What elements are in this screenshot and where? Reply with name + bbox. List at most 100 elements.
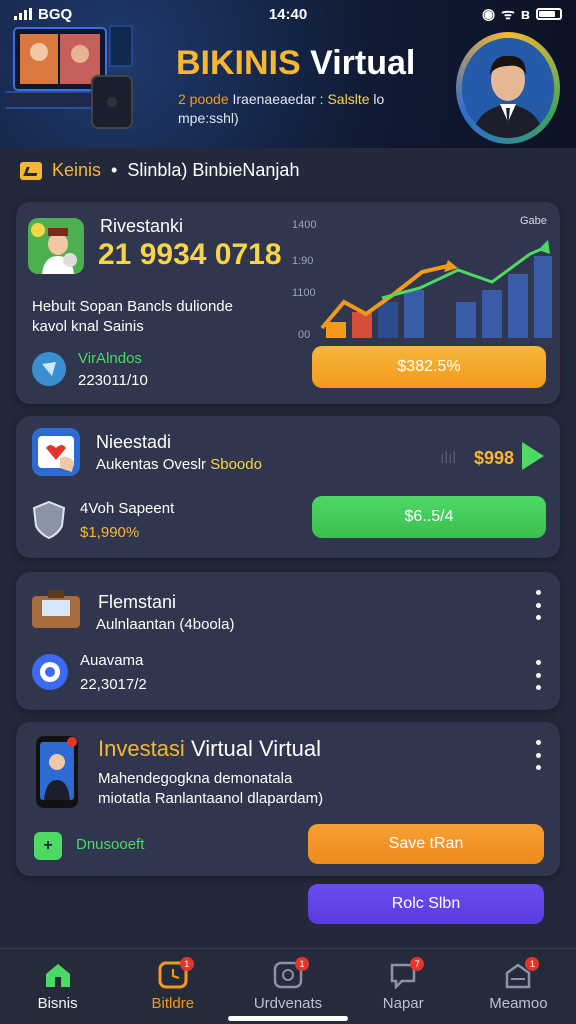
home-icon — [45, 964, 70, 987]
chart-axis-mid: 1:90 — [292, 255, 313, 267]
nav-item-bitldre[interactable]: 1 Bitldre — [115, 949, 230, 1024]
chat-icon: 1 — [273, 957, 309, 989]
section-heading: Keinis • Slinbla) BinbieNanjah — [20, 160, 299, 181]
card4-desc-line1: Mahendegogkna demonatala — [98, 770, 293, 787]
banner-subtitle-mid: Iraenaeaedar : — [232, 91, 324, 107]
nav-label-napar: Napar — [382, 995, 424, 1012]
banner-title-rest: Virtual — [310, 44, 416, 82]
chart-bar — [326, 322, 346, 338]
investment-card-3[interactable]: Flemstani Aulnlaantan (4boola) Auavama 2… — [16, 572, 560, 710]
location-icon: ◉ — [481, 6, 496, 23]
bottom-navigation: Bisnis 1 Bitldre 1 Urdvenats 7 Napar 1 M… — [0, 948, 576, 1024]
message-icon: 7 — [388, 957, 425, 991]
card2-stat-value: $1,990% — [80, 524, 140, 541]
nav-badge: 1 — [295, 957, 309, 971]
chart-axis-low: 1100 — [292, 287, 316, 299]
nav-label-meamoo: Meamoo — [489, 995, 548, 1012]
chart-bar — [352, 312, 372, 338]
home-indicator[interactable] — [228, 1016, 348, 1021]
growth-chart: 1400 1:90 1100 00 Gabe — [292, 215, 552, 341]
banner-title-accent: BIKINIS — [176, 44, 301, 82]
nav-item-bisnis[interactable]: Bisnis — [0, 949, 115, 1024]
phone-icon — [36, 736, 78, 808]
nav-item-napar[interactable]: 7 Napar — [346, 949, 461, 1024]
more-options-icon[interactable] — [532, 590, 544, 620]
secondary-purple-button[interactable]: Rolc Slbn — [308, 884, 544, 924]
clock-icon: 1 — [158, 957, 194, 989]
shield-icon — [32, 500, 66, 540]
card1-stat-value: 223011/10 — [78, 372, 148, 389]
banner-title: BIKINIS Virtual — [176, 44, 415, 83]
chart-axis-zero: 00 — [298, 329, 310, 341]
nav-item-urdvenats[interactable]: 1 Urdvenats — [230, 949, 345, 1024]
more-options-icon-3[interactable] — [532, 740, 544, 770]
banner-subtitle-highlight: Salslte — [327, 91, 370, 107]
card1-desc-line2: kavol knal Sainis — [32, 318, 144, 335]
signal-icon — [14, 8, 32, 20]
plus-square-icon: + — [34, 832, 62, 860]
card4-desc-line2: miotatla Ranlantaanol dlapardam) — [98, 790, 324, 807]
app-icon-character — [28, 218, 84, 274]
investment-card-4[interactable]: Investasi Virtual Virtual Mahendegogkna … — [16, 722, 560, 876]
nav-label-urdvenats: Urdvenats — [253, 995, 323, 1012]
card2-title: Nieestadi — [96, 432, 172, 452]
chat-bubble-icon — [32, 654, 68, 690]
profile-avatar[interactable] — [456, 32, 560, 144]
card2-subtitle: Aukentas Oveslr Sboodo — [96, 456, 262, 473]
card4-title-rest: Virtual Virtual — [190, 736, 321, 761]
banner-subtitle-line2: mpe:sshl) — [178, 110, 239, 126]
nav-badge: 1 — [179, 957, 194, 971]
investment-card-1[interactable]: Rivestanki 21 9934 0718 Hebult Sopan Ban… — [16, 202, 560, 404]
nav-item-meamoo[interactable]: 1 Meamoo — [461, 949, 576, 1024]
chart-bar — [534, 256, 552, 338]
card2-stat-label: 4Voh Sapeent — [80, 500, 175, 517]
card4-title: Investasi Virtual Virtual — [98, 736, 321, 762]
battery-icon — [536, 8, 562, 20]
section-heading-accent: Keinis — [52, 160, 102, 180]
card3-title: Flemstani — [98, 592, 177, 612]
status-bar: BGQ 14:40 ◉ ᯤ ʙ — [0, 0, 576, 28]
card4-tag: Dnusooeft — [76, 836, 145, 853]
status-right: ◉ ᯤ ʙ — [482, 4, 562, 24]
nav-badge: 7 — [410, 957, 425, 971]
nav-label-bitldre: Bitldre — [151, 995, 195, 1012]
card1-amount: 21 9934 0718 — [98, 238, 282, 271]
more-options-icon-2[interactable] — [532, 660, 544, 690]
card2-subtitle-highlight: Sboodo — [210, 456, 262, 473]
section-heading-separator: • — [111, 160, 118, 180]
card1-action-button[interactable]: $382.5% — [312, 346, 546, 388]
status-left: BGQ — [14, 6, 72, 23]
card3-stat-label: Auavama — [80, 652, 144, 669]
person-icon — [462, 38, 554, 138]
card1-desc-line1: Hebult Sopan Bancls dulionde — [32, 298, 233, 315]
card4-primary-button[interactable]: Save tRan — [308, 824, 544, 864]
section-heading-rest: Slinbla) BinbieNanjah — [127, 160, 300, 180]
play-arrow-icon[interactable] — [522, 442, 544, 470]
wifi-icon: ᯤ — [501, 6, 515, 23]
nav-label-bisnis: Bisnis — [37, 995, 78, 1012]
investment-card-2[interactable]: Nieestadi Aukentas Oveslr Sboodo ılıl $9… — [16, 416, 560, 558]
chart-bar — [508, 274, 528, 338]
card2-right-value: $998 — [474, 448, 515, 468]
card2-subtitle-text: Aukentas Oveslr — [96, 456, 207, 473]
profile-icon: 1 — [503, 957, 540, 989]
banner-subtitle-prefix: 2 poode — [178, 91, 229, 107]
banner-subtitle-end: lo — [373, 91, 385, 107]
chart-bar — [404, 290, 424, 338]
chart-corner-label: Gabe — [520, 215, 547, 227]
briefcase-icon — [30, 588, 82, 632]
laptop-illustration-icon — [6, 25, 133, 129]
card3-stat-value: 22,3017/2 — [80, 676, 147, 693]
banner-subtitle: 2 poode Iraenaeaedar : Salslte lo mpe:ss… — [178, 90, 428, 128]
card3-subtitle: Aulnlaantan (4boola) — [96, 616, 235, 633]
card2-action-button[interactable]: $6..5/4 — [312, 496, 546, 538]
chart-trend-icon — [20, 161, 42, 180]
carrier-label: BGQ — [38, 5, 73, 23]
card1-title: Rivestanki — [100, 216, 184, 236]
chart-axis-top: 1400 — [292, 219, 316, 231]
chart-bar — [456, 302, 476, 338]
signal-bars-icon: ılıl — [440, 450, 456, 467]
chart-bar — [482, 290, 502, 338]
chart-bar — [378, 302, 398, 338]
shield-check-icon — [32, 352, 66, 386]
